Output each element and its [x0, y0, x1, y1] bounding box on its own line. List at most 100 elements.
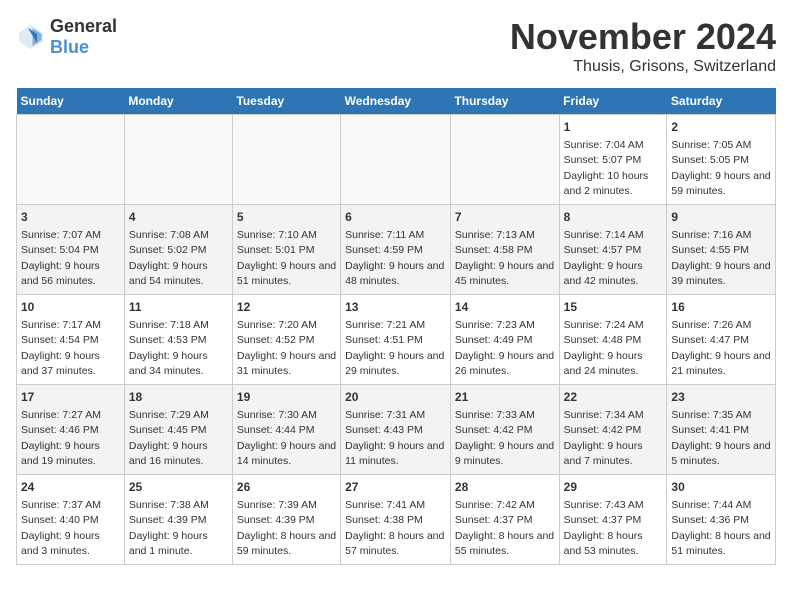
weekday-header-saturday: Saturday	[667, 88, 776, 115]
logo-text: General Blue	[50, 16, 117, 58]
day-cell: 17Sunrise: 7:27 AM Sunset: 4:46 PM Dayli…	[17, 385, 125, 475]
day-number: 20	[345, 389, 446, 406]
title-section: November 2024 Thusis, Grisons, Switzerla…	[510, 16, 776, 76]
day-cell: 12Sunrise: 7:20 AM Sunset: 4:52 PM Dayli…	[232, 295, 340, 385]
day-info: Sunrise: 7:38 AM Sunset: 4:39 PM Dayligh…	[129, 499, 209, 557]
day-number: 29	[564, 479, 663, 496]
day-info: Sunrise: 7:34 AM Sunset: 4:42 PM Dayligh…	[564, 409, 644, 467]
day-number: 12	[237, 299, 336, 316]
day-info: Sunrise: 7:04 AM Sunset: 5:07 PM Dayligh…	[564, 139, 649, 197]
day-cell: 14Sunrise: 7:23 AM Sunset: 4:49 PM Dayli…	[450, 295, 559, 385]
day-info: Sunrise: 7:29 AM Sunset: 4:45 PM Dayligh…	[129, 409, 209, 467]
day-info: Sunrise: 7:08 AM Sunset: 5:02 PM Dayligh…	[129, 229, 209, 287]
day-info: Sunrise: 7:42 AM Sunset: 4:37 PM Dayligh…	[455, 499, 554, 557]
day-info: Sunrise: 7:07 AM Sunset: 5:04 PM Dayligh…	[21, 229, 101, 287]
day-info: Sunrise: 7:11 AM Sunset: 4:59 PM Dayligh…	[345, 229, 444, 287]
day-cell: 24Sunrise: 7:37 AM Sunset: 4:40 PM Dayli…	[17, 475, 125, 565]
day-number: 26	[237, 479, 336, 496]
day-cell: 3 Sunrise: 7:07 AM Sunset: 5:04 PM Daylig…	[17, 205, 125, 295]
day-number: 28	[455, 479, 555, 496]
day-number: 18	[129, 389, 228, 406]
day-cell: 19 Sunrise: 7:30 AM Sunset: 4:44 PM Dayli…	[232, 385, 340, 475]
day-number: 9	[671, 209, 771, 226]
week-row-4: 17Sunrise: 7:27 AM Sunset: 4:46 PM Dayli…	[17, 385, 776, 475]
day-number: 19	[237, 389, 336, 406]
day-info: Sunrise: 7:23 AM Sunset: 4:49 PM Dayligh…	[455, 319, 554, 377]
day-info: Sunrise: 7:05 AM Sunset: 5:05 PM Dayligh…	[671, 139, 770, 197]
logo-icon	[16, 22, 46, 52]
day-number: 22	[564, 389, 663, 406]
day-info: Sunrise: 7:18 AM Sunset: 4:53 PM Dayligh…	[129, 319, 209, 377]
day-number: 10	[21, 299, 120, 316]
day-cell: 9Sunrise: 7:16 AM Sunset: 4:55 PM Daylig…	[667, 205, 776, 295]
day-cell: 18 Sunrise: 7:29 AM Sunset: 4:45 PM Dayli…	[124, 385, 232, 475]
day-info: Sunrise: 7:21 AM Sunset: 4:51 PM Dayligh…	[345, 319, 444, 377]
day-cell: 26 Sunrise: 7:39 AM Sunset: 4:39 PM Dayli…	[232, 475, 340, 565]
weekday-header-sunday: Sunday	[17, 88, 125, 115]
day-info: Sunrise: 7:41 AM Sunset: 4:38 PM Dayligh…	[345, 499, 444, 557]
weekday-header-thursday: Thursday	[450, 88, 559, 115]
day-info: Sunrise: 7:30 AM Sunset: 4:44 PM Dayligh…	[237, 409, 336, 467]
day-info: Sunrise: 7:13 AM Sunset: 4:58 PM Dayligh…	[455, 229, 554, 287]
day-cell	[341, 115, 451, 205]
day-cell: 6 Sunrise: 7:11 AM Sunset: 4:59 PM Daylig…	[341, 205, 451, 295]
day-info: Sunrise: 7:17 AM Sunset: 4:54 PM Dayligh…	[21, 319, 101, 377]
day-number: 7	[455, 209, 555, 226]
day-number: 4	[129, 209, 228, 226]
day-cell: 7 Sunrise: 7:13 AM Sunset: 4:58 PM Daylig…	[450, 205, 559, 295]
day-number: 6	[345, 209, 446, 226]
weekday-header-friday: Friday	[559, 88, 667, 115]
day-number: 8	[564, 209, 663, 226]
day-cell: 10 Sunrise: 7:17 AM Sunset: 4:54 PM Dayli…	[17, 295, 125, 385]
day-info: Sunrise: 7:33 AM Sunset: 4:42 PM Dayligh…	[455, 409, 554, 467]
week-row-5: 24Sunrise: 7:37 AM Sunset: 4:40 PM Dayli…	[17, 475, 776, 565]
weekday-header-tuesday: Tuesday	[232, 88, 340, 115]
day-cell: 16 Sunrise: 7:26 AM Sunset: 4:47 PM Dayli…	[667, 295, 776, 385]
day-info: Sunrise: 7:43 AM Sunset: 4:37 PM Dayligh…	[564, 499, 644, 557]
day-number: 16	[671, 299, 771, 316]
week-row-3: 10 Sunrise: 7:17 AM Sunset: 4:54 PM Dayli…	[17, 295, 776, 385]
calendar-table: SundayMondayTuesdayWednesdayThursdayFrid…	[16, 88, 776, 565]
day-cell: 4 Sunrise: 7:08 AM Sunset: 5:02 PM Daylig…	[124, 205, 232, 295]
day-cell: 22 Sunrise: 7:34 AM Sunset: 4:42 PM Dayli…	[559, 385, 667, 475]
logo: General Blue	[16, 16, 117, 58]
day-number: 27	[345, 479, 446, 496]
location-title: Thusis, Grisons, Switzerland	[510, 58, 776, 76]
day-cell: 25 Sunrise: 7:38 AM Sunset: 4:39 PM Dayli…	[124, 475, 232, 565]
day-number: 21	[455, 389, 555, 406]
day-number: 24	[21, 479, 120, 496]
day-info: Sunrise: 7:26 AM Sunset: 4:47 PM Dayligh…	[671, 319, 770, 377]
day-cell: 11 Sunrise: 7:18 AM Sunset: 4:53 PM Dayli…	[124, 295, 232, 385]
day-number: 23	[671, 389, 771, 406]
day-cell: 21 Sunrise: 7:33 AM Sunset: 4:42 PM Dayli…	[450, 385, 559, 475]
weekday-header-wednesday: Wednesday	[341, 88, 451, 115]
day-cell: 13Sunrise: 7:21 AM Sunset: 4:51 PM Dayli…	[341, 295, 451, 385]
day-cell: 28 Sunrise: 7:42 AM Sunset: 4:37 PM Dayli…	[450, 475, 559, 565]
day-number: 5	[237, 209, 336, 226]
weekday-header-row: SundayMondayTuesdayWednesdayThursdayFrid…	[17, 88, 776, 115]
day-cell: 2 Sunrise: 7:05 AM Sunset: 5:05 PM Daylig…	[667, 115, 776, 205]
week-row-2: 3 Sunrise: 7:07 AM Sunset: 5:04 PM Daylig…	[17, 205, 776, 295]
day-cell: 15 Sunrise: 7:24 AM Sunset: 4:48 PM Dayli…	[559, 295, 667, 385]
day-info: Sunrise: 7:35 AM Sunset: 4:41 PM Dayligh…	[671, 409, 770, 467]
day-number: 25	[129, 479, 228, 496]
day-cell	[450, 115, 559, 205]
day-info: Sunrise: 7:24 AM Sunset: 4:48 PM Dayligh…	[564, 319, 644, 377]
day-info: Sunrise: 7:27 AM Sunset: 4:46 PM Dayligh…	[21, 409, 101, 467]
weekday-header-monday: Monday	[124, 88, 232, 115]
day-number: 3	[21, 209, 120, 226]
day-cell	[17, 115, 125, 205]
day-info: Sunrise: 7:10 AM Sunset: 5:01 PM Dayligh…	[237, 229, 336, 287]
day-info: Sunrise: 7:39 AM Sunset: 4:39 PM Dayligh…	[237, 499, 336, 557]
day-number: 1	[564, 119, 663, 136]
day-info: Sunrise: 7:14 AM Sunset: 4:57 PM Dayligh…	[564, 229, 644, 287]
day-cell: 30Sunrise: 7:44 AM Sunset: 4:36 PM Dayli…	[667, 475, 776, 565]
day-info: Sunrise: 7:31 AM Sunset: 4:43 PM Dayligh…	[345, 409, 444, 467]
header: General Blue November 2024 Thusis, Griso…	[16, 16, 776, 76]
day-cell: 1 Sunrise: 7:04 AM Sunset: 5:07 PM Daylig…	[559, 115, 667, 205]
day-number: 11	[129, 299, 228, 316]
day-number: 2	[671, 119, 771, 136]
day-cell: 27 Sunrise: 7:41 AM Sunset: 4:38 PM Dayli…	[341, 475, 451, 565]
day-cell: 5 Sunrise: 7:10 AM Sunset: 5:01 PM Daylig…	[232, 205, 340, 295]
day-number: 15	[564, 299, 663, 316]
